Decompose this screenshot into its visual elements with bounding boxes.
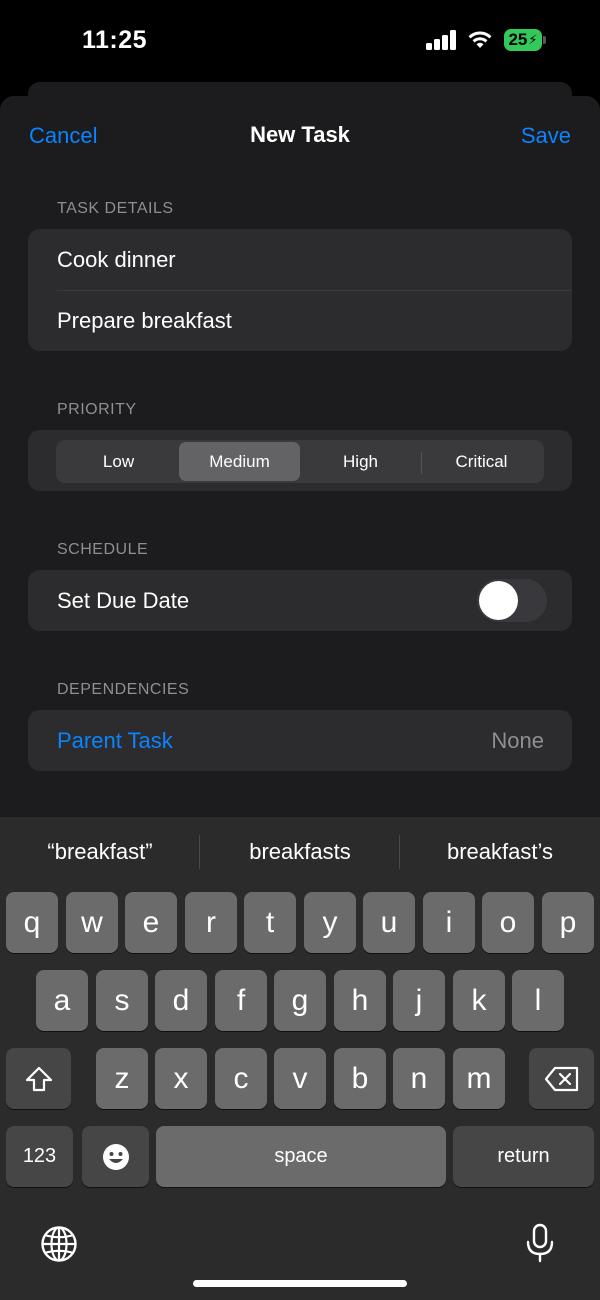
key-j[interactable]: j xyxy=(393,970,445,1031)
toggle-knob xyxy=(479,581,518,620)
schedule-group: Set Due Date xyxy=(28,570,572,631)
key-n[interactable]: n xyxy=(393,1048,445,1109)
numbers-key[interactable]: 123 xyxy=(6,1126,73,1187)
key-y[interactable]: y xyxy=(304,892,356,953)
due-date-row: Set Due Date xyxy=(28,570,572,631)
key-z[interactable]: z xyxy=(96,1048,148,1109)
priority-segmented-control: Low Medium High Critical xyxy=(56,440,544,483)
shift-icon xyxy=(25,1066,52,1091)
key-o[interactable]: o xyxy=(482,892,534,953)
save-button[interactable]: Save xyxy=(521,123,571,149)
key-m[interactable]: m xyxy=(453,1048,505,1109)
return-key[interactable]: return xyxy=(453,1126,594,1187)
key-c[interactable]: c xyxy=(215,1048,267,1109)
status-time: 11:25 xyxy=(82,26,148,54)
dependencies-header: DEPENDENCIES xyxy=(57,681,190,698)
key-q[interactable]: q xyxy=(6,892,58,953)
wifi-icon xyxy=(468,31,492,48)
suggestion-1[interactable]: “breakfast” xyxy=(0,839,200,865)
status-bar: 11:25 25 ⚡ xyxy=(0,0,600,84)
battery-icon: 25 ⚡ xyxy=(504,29,542,51)
task-description-field[interactable]: Prepare breakfast xyxy=(28,290,572,351)
suggestion-3[interactable]: breakfast’s xyxy=(400,839,600,865)
key-l[interactable]: l xyxy=(512,970,564,1031)
segment-divider xyxy=(421,452,422,474)
priority-medium[interactable]: Medium xyxy=(179,442,300,481)
key-g[interactable]: g xyxy=(274,970,326,1031)
space-key[interactable]: space xyxy=(156,1126,446,1187)
shift-key[interactable] xyxy=(6,1048,71,1109)
key-h[interactable]: h xyxy=(334,970,386,1031)
priority-low[interactable]: Low xyxy=(58,442,179,481)
key-f[interactable]: f xyxy=(215,970,267,1031)
nav-bar: Cancel New Task Save xyxy=(0,96,600,176)
globe-icon[interactable] xyxy=(40,1225,78,1263)
key-i[interactable]: i xyxy=(423,892,475,953)
battery-cap xyxy=(543,36,546,44)
key-d[interactable]: d xyxy=(155,970,207,1031)
key-s[interactable]: s xyxy=(96,970,148,1031)
keyboard: “breakfast” breakfasts breakfast’s q w e… xyxy=(0,817,600,1300)
delete-icon xyxy=(544,1066,578,1091)
key-v[interactable]: v xyxy=(274,1048,326,1109)
parent-task-value: None xyxy=(491,727,544,753)
task-details-header: TASK DETAILS xyxy=(57,200,174,217)
key-a[interactable]: a xyxy=(36,970,88,1031)
dependencies-group: Parent Task None xyxy=(28,710,572,771)
home-indicator xyxy=(193,1280,407,1287)
suggestion-bar: “breakfast” breakfasts breakfast’s xyxy=(0,817,600,889)
delete-key[interactable] xyxy=(529,1048,594,1109)
key-w[interactable]: w xyxy=(66,892,118,953)
parent-task-row[interactable]: Parent Task None xyxy=(28,710,572,771)
page-title: New Task xyxy=(250,122,350,147)
battery-level: 25 xyxy=(508,30,528,49)
parent-task-label: Parent Task xyxy=(57,727,173,753)
charging-bolt-icon: ⚡ xyxy=(528,32,538,47)
key-u[interactable]: u xyxy=(363,892,415,953)
priority-header: PRIORITY xyxy=(57,401,137,418)
key-t[interactable]: t xyxy=(244,892,296,953)
key-r[interactable]: r xyxy=(185,892,237,953)
task-title-field[interactable]: Cook dinner xyxy=(28,229,572,290)
priority-critical-label: Critical xyxy=(455,451,508,471)
suggestion-2[interactable]: breakfasts xyxy=(200,839,400,865)
signal-icon xyxy=(426,30,458,50)
emoji-icon xyxy=(102,1143,129,1170)
due-date-label: Set Due Date xyxy=(57,587,190,613)
key-e[interactable]: e xyxy=(125,892,177,953)
priority-critical[interactable]: Critical xyxy=(421,442,542,481)
new-task-sheet: Cancel New Task Save TASK DETAILS Cook d… xyxy=(0,96,600,856)
key-k[interactable]: k xyxy=(453,970,505,1031)
emoji-key[interactable] xyxy=(82,1126,149,1187)
schedule-header: SCHEDULE xyxy=(57,541,149,558)
priority-high[interactable]: High xyxy=(300,442,421,481)
microphone-icon[interactable] xyxy=(524,1222,556,1264)
key-p[interactable]: p xyxy=(542,892,594,953)
task-details-group: Cook dinner Prepare breakfast xyxy=(28,229,572,351)
key-b[interactable]: b xyxy=(334,1048,386,1109)
due-date-toggle[interactable] xyxy=(477,579,547,622)
key-x[interactable]: x xyxy=(155,1048,207,1109)
priority-group: Low Medium High Critical xyxy=(28,430,572,491)
